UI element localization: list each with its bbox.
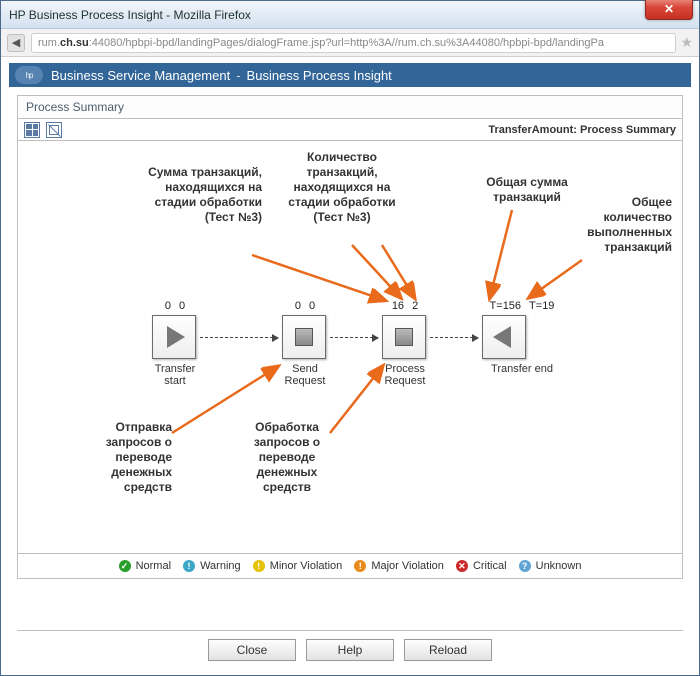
legend-item: ✓ Normal <box>119 560 172 573</box>
diagram-canvas: 00Transfer start00Send Request162Process… <box>22 145 678 548</box>
close-button[interactable]: Close <box>208 639 296 661</box>
annotation-arrows <box>22 145 678 548</box>
dialog-buttons: Close Help Reload <box>1 639 699 661</box>
bookmark-star-icon[interactable]: ★ <box>680 34 693 51</box>
legend-label: Major Violation <box>368 560 444 572</box>
chevron-left-icon: ◀ <box>12 36 20 49</box>
panel-toolbar: TransferAmount: Process Summary <box>18 119 682 141</box>
module-name: Business Process Insight <box>247 68 392 83</box>
status-i-normal-icon: ✓ <box>119 560 131 572</box>
legend-label: Minor Violation <box>267 560 343 572</box>
status-i-unk-icon: ? <box>519 560 531 572</box>
legend-item: ✕ Critical <box>456 560 507 573</box>
header-separator: - <box>236 68 240 83</box>
nav-back-button[interactable]: ◀ <box>7 34 25 52</box>
grid-icon[interactable] <box>24 122 40 138</box>
url-rest: :44080/hpbpi-bpd/landingPages/dialogFram… <box>89 37 604 49</box>
window-controls: ✕ <box>645 0 693 20</box>
legend-label: Unknown <box>533 560 582 572</box>
dialog-separator <box>17 630 683 631</box>
main-content: Process Summary TransferAmount: Process … <box>17 95 683 579</box>
legend-item: ! Major Violation <box>354 560 444 573</box>
expand-icon[interactable] <box>46 122 62 138</box>
reload-button[interactable]: Reload <box>404 639 492 661</box>
help-button[interactable]: Help <box>306 639 394 661</box>
legend-label: Normal <box>133 560 172 572</box>
window-close-button[interactable]: ✕ <box>645 0 693 20</box>
product-header: hp Business Service Management - Busines… <box>9 63 691 87</box>
status-i-warn-icon: ! <box>183 560 195 572</box>
status-legend: ✓ Normal! Warning! Minor Violation! Majo… <box>18 553 682 573</box>
legend-item: ? Unknown <box>519 560 582 573</box>
diagram-panel: TransferAmount: Process Summary 00Transf… <box>17 119 683 579</box>
legend-item: ! Warning <box>183 560 241 573</box>
address-input[interactable]: rum. ch.su :44080/hpbpi-bpd/landingPages… <box>31 33 676 53</box>
breadcrumb: TransferAmount: Process Summary <box>488 124 676 136</box>
product-name: Business Service Management <box>51 68 230 83</box>
close-icon: ✕ <box>664 2 674 16</box>
status-i-major-icon: ! <box>354 560 366 572</box>
url-host: ch.su <box>60 37 89 49</box>
section-heading: Process Summary <box>17 95 683 119</box>
browser-window: HP Business Process Insight - Mozilla Fi… <box>0 0 700 676</box>
status-i-minor-icon: ! <box>253 560 265 572</box>
status-i-crit-icon: ✕ <box>456 560 468 572</box>
legend-label: Warning <box>197 560 241 572</box>
legend-label: Critical <box>470 560 507 572</box>
hp-logo-icon: hp <box>15 66 43 84</box>
titlebar: HP Business Process Insight - Mozilla Fi… <box>1 1 699 29</box>
url-bar: ◀ rum. ch.su :44080/hpbpi-bpd/landingPag… <box>1 29 699 57</box>
url-prefix: rum. <box>38 37 60 49</box>
window-title: HP Business Process Insight - Mozilla Fi… <box>9 8 251 22</box>
legend-item: ! Minor Violation <box>253 560 343 573</box>
